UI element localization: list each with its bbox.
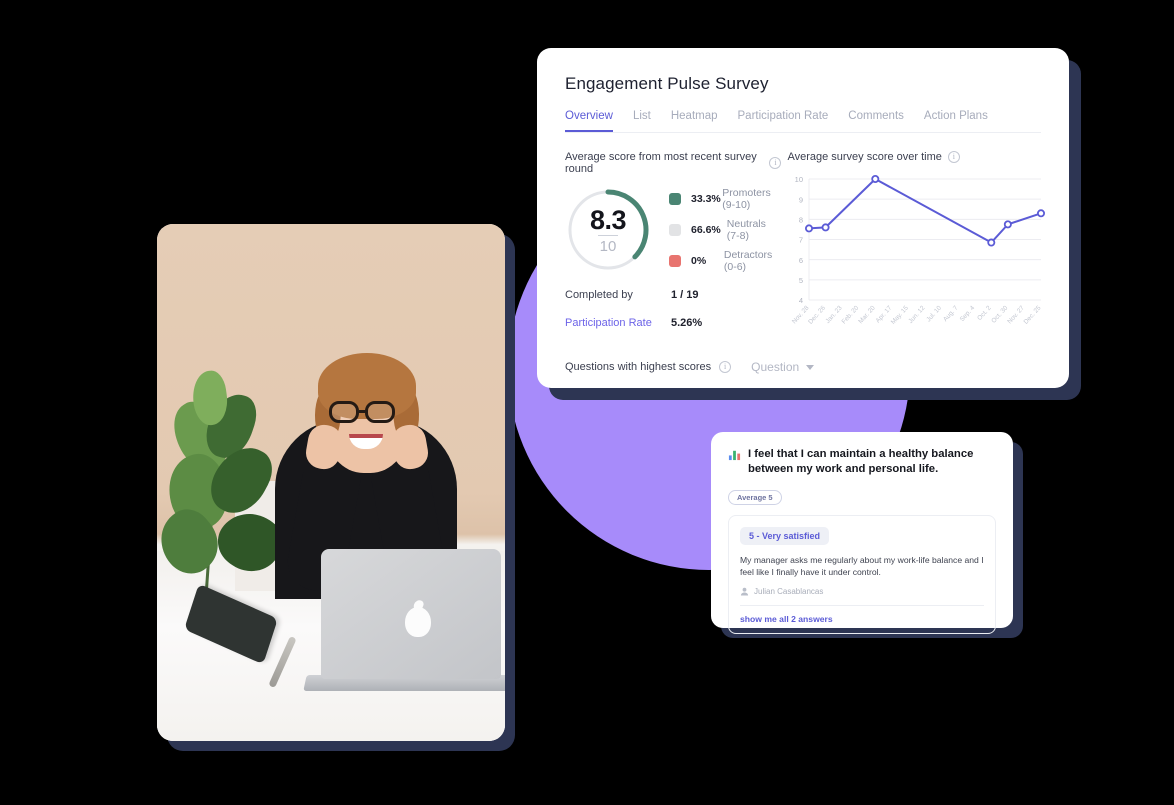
office-photo	[157, 224, 505, 741]
comment-card: I feel that I can maintain a healthy bal…	[711, 432, 1013, 635]
answer-rating-chip: 5 - Very satisfied	[740, 526, 830, 545]
svg-text:May. 15: May. 15	[890, 304, 910, 326]
highest-scores-label: Questions with highest scores	[565, 361, 712, 373]
legend-label-detractors: Detractors (0-6)	[723, 249, 773, 273]
question-dropdown-value: Question	[751, 360, 800, 374]
score-divider	[598, 235, 618, 236]
page-title: Engagement Pulse Survey	[565, 74, 769, 93]
svg-text:Sep. 4: Sep. 4	[959, 304, 977, 323]
answer-text: My manager asks me regularly about my wo…	[740, 554, 984, 577]
svg-text:8: 8	[799, 216, 803, 225]
legend-pct-neutrals: 66.6%	[691, 224, 721, 236]
score-row: 8.3 10 33.3% Promoters (9-10) 66.6% Neut…	[565, 187, 781, 273]
show-all-answers-link[interactable]: show me all 2 answers	[740, 606, 984, 633]
dashboard-panels: Average score from most recent survey ro…	[565, 151, 1046, 346]
chart-heading: Average survey score over time i	[787, 151, 1045, 163]
svg-text:Jun. 12: Jun. 12	[908, 304, 928, 325]
tab-action-plans[interactable]: Action Plans	[924, 110, 988, 132]
question-text: I feel that I can maintain a healthy bal…	[748, 448, 974, 476]
tab-overview[interactable]: Overview	[565, 110, 613, 132]
svg-text:9: 9	[799, 195, 803, 204]
legend-pct-detractors: 0%	[691, 255, 707, 267]
stat-participation-rate: Participation Rate 5.26%	[565, 317, 781, 329]
person-icon	[740, 588, 749, 596]
survey-dashboard-card: Engagement Pulse Survey Overview List He…	[537, 48, 1069, 388]
average-badge: Average 5	[728, 489, 782, 505]
tab-bar: Overview List Heatmap Participation Rate…	[565, 110, 1041, 133]
legend-item-promoters: 33.3% Promoters (9-10)	[669, 187, 781, 211]
info-icon[interactable]: i	[769, 157, 782, 169]
answer-box: 5 - Very satisfied My manager asks me re…	[728, 514, 996, 635]
svg-text:5: 5	[799, 276, 803, 285]
info-icon[interactable]: i	[719, 361, 732, 373]
chevron-down-icon	[806, 364, 815, 370]
info-icon[interactable]: i	[947, 151, 960, 163]
svg-text:Mar. 20: Mar. 20	[858, 304, 878, 325]
legend-item-neutrals: 66.6% Neutrals (7-8)	[669, 218, 781, 242]
chart-heading-text: Average survey score over time	[787, 151, 942, 163]
legend-label-promoters: Promoters (9-10)	[722, 187, 771, 211]
svg-text:Aug. 7: Aug. 7	[942, 304, 960, 323]
glasses-lens-left	[329, 401, 359, 423]
score-gauge: 8.3 10	[565, 187, 651, 273]
page-root: Engagement Pulse Survey Overview List He…	[0, 0, 1174, 805]
tab-participation-rate[interactable]: Participation Rate	[738, 110, 829, 132]
apple-logo-icon	[405, 607, 431, 637]
stat-value-participation-rate: 5.26%	[671, 317, 703, 329]
score-over-time-panel: Average survey score over time i 4 5 6 7 8 9 1…	[781, 151, 1046, 346]
tab-heatmap[interactable]: Heatmap	[671, 110, 718, 132]
stat-link-participation-rate[interactable]: Participation Rate	[565, 317, 671, 329]
svg-text:Jul. 10: Jul. 10	[926, 304, 944, 323]
svg-text:4: 4	[799, 296, 803, 305]
photo-card	[157, 224, 505, 741]
question-dropdown[interactable]: Question	[751, 360, 815, 374]
tab-list[interactable]: List	[633, 110, 651, 132]
tab-comments[interactable]: Comments	[848, 110, 904, 132]
line-chart: 4 5 6 7 8 9 10 Nov. 28 Dec. 26 Jan. 23 Feb. 20 Mar.…	[787, 171, 1046, 346]
answer-author-name: Julian Casablancas	[754, 587, 824, 597]
average-score-panel: Average score from most recent survey ro…	[565, 151, 782, 346]
svg-text:10: 10	[795, 175, 803, 184]
highest-scores-footer: Questions with highest scores i Question	[565, 360, 815, 374]
answer-author: Julian Casablancas	[740, 587, 984, 596]
glasses-lens-right	[365, 401, 395, 423]
average-score-heading: Average score from most recent survey ro…	[565, 151, 782, 175]
legend-swatch-promoters	[669, 193, 681, 205]
bar-chart-icon	[728, 450, 741, 461]
glasses-bridge	[359, 410, 367, 413]
average-score-heading-text: Average score from most recent survey ro…	[565, 151, 757, 175]
stat-label-completed-by: Completed by	[565, 289, 633, 301]
svg-text:7: 7	[799, 236, 803, 245]
legend-swatch-neutrals	[669, 224, 681, 236]
legend-item-detractors: 0% Detractors (0-6)	[669, 249, 781, 273]
svg-text:6: 6	[799, 256, 803, 265]
svg-text:Dec. 26: Dec. 26	[808, 304, 828, 325]
svg-text:Feb. 20: Feb. 20	[841, 304, 861, 325]
svg-text:Dec. 25: Dec. 25	[1023, 304, 1043, 325]
stat-completed-by: Completed by 1 / 19	[565, 289, 781, 301]
legend-swatch-detractors	[669, 255, 681, 267]
score-max: 10	[599, 238, 617, 255]
legend-pct-promoters: 33.3%	[691, 193, 721, 205]
legend-label-neutrals: Neutrals (7-8)	[726, 218, 766, 242]
stat-value-completed-by: 1 / 19	[671, 289, 699, 301]
score-value: 8.3	[589, 205, 627, 235]
score-legend: 33.3% Promoters (9-10) 66.6% Neutrals (7…	[669, 187, 781, 273]
question-row: I feel that I can maintain a healthy bal…	[728, 447, 996, 478]
